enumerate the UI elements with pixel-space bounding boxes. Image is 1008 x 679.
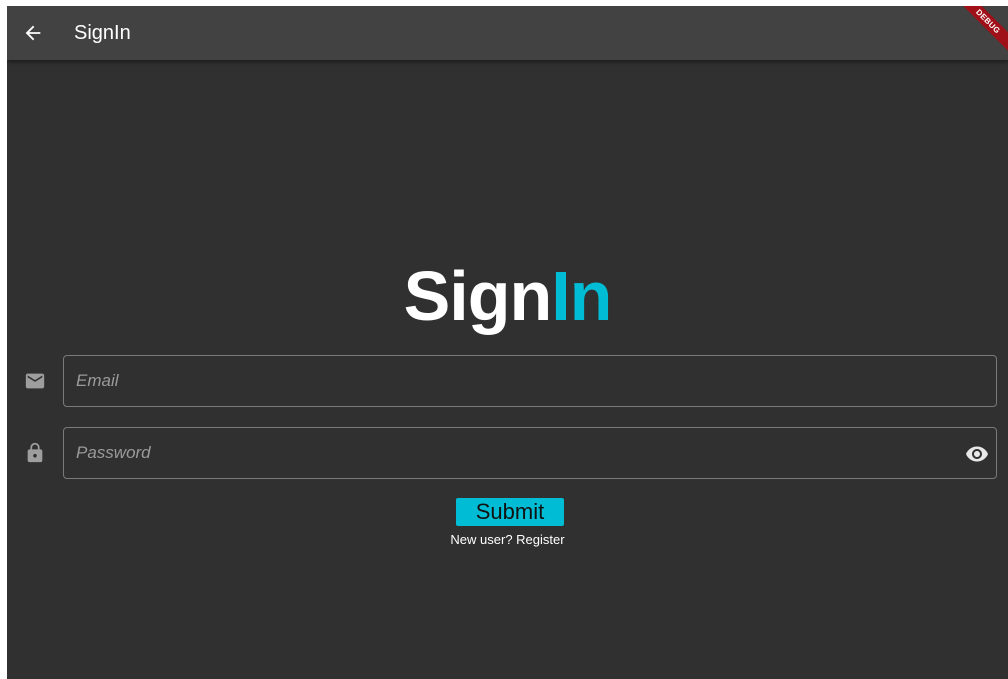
submit-button[interactable]: Submit: [456, 498, 564, 526]
toggle-password-visibility-button[interactable]: [964, 441, 990, 467]
heading-part-in: In: [551, 257, 612, 335]
app-bar: SignIn: [7, 6, 1008, 60]
email-field[interactable]: [63, 355, 997, 407]
heading-part-sign: Sign: [403, 257, 553, 335]
app-window: SignIn DEBUG SignIn Submit New user? Reg…: [7, 6, 1008, 679]
back-button[interactable]: [17, 17, 49, 49]
page-title: SignIn: [74, 22, 131, 44]
signin-heading: SignIn: [7, 254, 1008, 338]
register-link[interactable]: New user? Register: [7, 532, 1008, 548]
lock-icon: [24, 442, 46, 464]
eye-icon: [966, 446, 988, 462]
password-input[interactable]: [64, 428, 996, 478]
mail-icon: [24, 370, 46, 392]
email-input[interactable]: [64, 356, 996, 406]
arrow-back-icon: [25, 25, 41, 41]
password-field[interactable]: [63, 427, 997, 479]
